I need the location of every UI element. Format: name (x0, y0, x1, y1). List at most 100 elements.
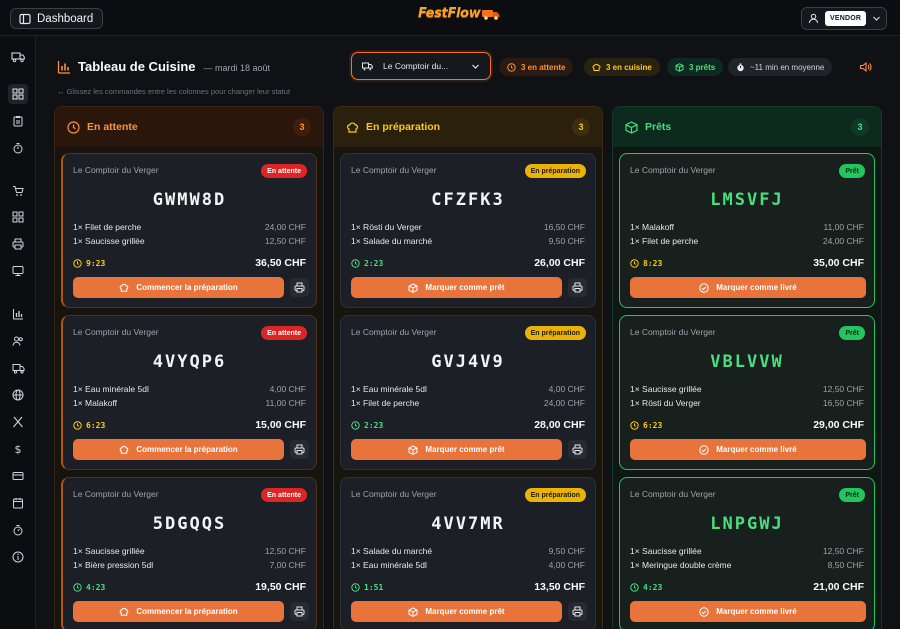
print-button[interactable] (568, 440, 587, 459)
line-item: 1× Eau minérale 5dl (351, 384, 427, 394)
timer-value: 2:23 (364, 259, 384, 268)
order-line: 1× Eau minérale 5dl 4,00 CHF (73, 384, 306, 396)
status-badge: En préparation (524, 326, 586, 340)
line-price: 24,00 CHF (822, 236, 864, 246)
order-vendor: Le Comptoir du Verger (630, 327, 716, 337)
chef-hat-icon (592, 63, 601, 72)
line-price: 12,50 CHF (264, 546, 306, 556)
order-timer: 9:23 (73, 259, 105, 268)
line-price: 4,00 CHF (548, 384, 585, 394)
order-total: 35,00 CHF (813, 257, 864, 269)
line-price: 4,00 CHF (548, 560, 585, 570)
action-label: Marquer comme livré (716, 445, 797, 454)
line-item: 1× Bière pression 5dl (73, 560, 154, 570)
mark-ready-button[interactable]: Marquer comme prêt (351, 601, 562, 622)
order-line: 1× Meringue double crème 8,50 CHF (630, 560, 864, 572)
mark-delivered-button[interactable]: Marquer comme livré (630, 601, 866, 622)
clipboard-icon[interactable] (8, 111, 28, 131)
chart-icon[interactable] (8, 304, 28, 324)
order-code: 4VYQP6 (152, 352, 227, 372)
volume-icon[interactable] (859, 61, 872, 73)
column-title: En préparation (366, 121, 441, 133)
order-total: 26,00 CHF (534, 257, 585, 269)
start-preparation-button[interactable]: Commencer la préparation (73, 277, 284, 298)
order-card[interactable]: Le Comptoir du Verger En préparation 4VV… (340, 477, 596, 629)
order-total: 21,00 CHF (813, 581, 864, 593)
order-card[interactable]: Le Comptoir du Verger En préparation GVJ… (340, 315, 596, 470)
mark-delivered-button[interactable]: Marquer comme livré (630, 277, 866, 298)
printer-icon (572, 606, 583, 617)
mark-delivered-button[interactable]: Marquer comme livré (630, 439, 866, 460)
order-card[interactable]: Le Comptoir du Verger Prêt VBLVVW 1× Sau… (619, 315, 875, 470)
monitor-icon[interactable] (8, 261, 28, 281)
delivery-truck-icon[interactable] (8, 358, 28, 378)
order-card[interactable]: Le Comptoir du Verger Prêt LMSVFJ 1× Mal… (619, 153, 875, 308)
print-button[interactable] (290, 602, 309, 621)
svg-text:$: $ (15, 443, 22, 455)
status-badge: En préparation (524, 488, 586, 502)
order-line: 1× Saucisse grillée 12,50 CHF (630, 384, 864, 396)
clock-icon (351, 421, 360, 430)
apps-icon[interactable] (8, 207, 28, 227)
grid-icon[interactable] (8, 84, 28, 104)
average-time-chip: ~11 min en moyenne (728, 58, 833, 76)
globe-icon[interactable] (8, 385, 28, 405)
utensils-icon[interactable] (8, 412, 28, 432)
timer-icon[interactable] (8, 520, 28, 540)
line-item: 1× Filet de perche (351, 398, 420, 408)
order-timer: 1:51 (351, 583, 383, 592)
print-button[interactable] (568, 278, 587, 297)
cooking-count-chip: 3 en cuisine (584, 58, 660, 76)
dashboard-button[interactable]: Dashboard (10, 8, 104, 29)
info-icon[interactable] (8, 547, 28, 567)
dollar-icon[interactable]: $ (8, 439, 28, 459)
order-total: 15,00 CHF (255, 419, 306, 431)
order-vendor: Le Comptoir du Verger (73, 327, 159, 337)
line-item: 1× Malakoff (73, 398, 118, 408)
printer-icon[interactable] (8, 234, 28, 254)
chef-hat-icon (119, 445, 129, 455)
status-badge: En attente (261, 164, 307, 178)
timer-value: 4:23 (643, 583, 663, 592)
print-button[interactable] (290, 278, 309, 297)
chef-hat-icon (346, 121, 359, 134)
order-card[interactable]: Le Comptoir du Verger Prêt LNPGWJ 1× Sau… (619, 477, 875, 629)
column-header-waiting: En attente 3 (55, 107, 323, 147)
timer-icon (736, 63, 745, 72)
order-line: 1× Saucisse grillée 12,50 CHF (73, 546, 306, 558)
order-total: 19,50 CHF (255, 581, 306, 593)
credit-card-icon[interactable] (8, 466, 28, 486)
line-item: 1× Meringue double crème (630, 560, 732, 570)
order-card[interactable]: Le Comptoir du Verger En attente 5DGQQS … (61, 477, 317, 629)
print-button[interactable] (568, 602, 587, 621)
cart-icon[interactable] (8, 181, 28, 201)
clock-icon (630, 421, 639, 430)
vendor-select[interactable]: Le Comptoir du... (351, 52, 491, 80)
column-waiting: En attente 3 Le Comptoir du Verger En at… (54, 106, 324, 629)
clock-icon (507, 62, 516, 72)
start-preparation-button[interactable]: Commencer la préparation (73, 439, 284, 460)
timer-value: 6:23 (643, 421, 663, 430)
users-icon[interactable] (8, 331, 28, 351)
printer-icon (294, 282, 305, 293)
mark-ready-button[interactable]: Marquer comme prêt (351, 439, 562, 460)
user-menu[interactable]: VENDOR (801, 7, 887, 30)
mark-ready-button[interactable]: Marquer comme prêt (351, 277, 562, 298)
timer-value: 6:23 (86, 421, 106, 430)
order-line: 1× Salade du marché 9,50 CHF (351, 236, 585, 248)
cooking-count-label: 3 en cuisine (606, 62, 652, 72)
printer-icon (294, 606, 305, 617)
clock-icon (630, 259, 639, 268)
print-button[interactable] (290, 440, 309, 459)
start-preparation-button[interactable]: Commencer la préparation (73, 601, 284, 622)
calendar-icon[interactable] (8, 493, 28, 513)
stopwatch-icon[interactable] (8, 138, 28, 158)
order-code: 5DGQQS (152, 514, 227, 534)
order-card[interactable]: Le Comptoir du Verger En attente 4VYQP6 … (61, 315, 317, 470)
order-code: CFZFK3 (431, 190, 505, 210)
order-code: GVJ4V9 (431, 352, 505, 372)
order-card[interactable]: Le Comptoir du Verger En préparation CFZ… (340, 153, 596, 308)
order-card[interactable]: Le Comptoir du Verger En attente GWMW8D … (61, 153, 317, 308)
vendor-select-value: Le Comptoir du... (383, 61, 449, 71)
truck-icon[interactable] (8, 47, 28, 67)
